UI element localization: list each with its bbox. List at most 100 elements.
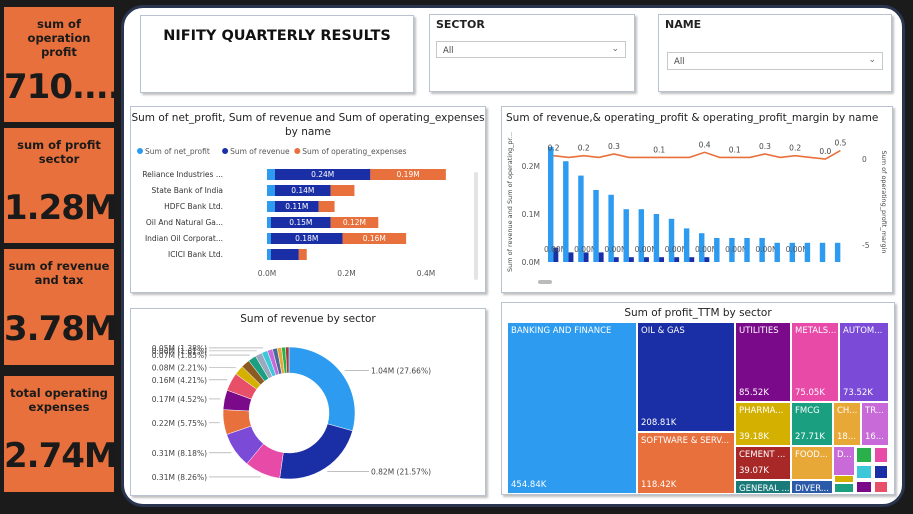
treemap-tile[interactable]: METALS... 75.05K [792,323,838,401]
data-label: 0.12M [343,218,366,227]
treemap-tile[interactable]: CEMENT ... 39.07K [736,447,790,479]
bar-segment [318,201,335,212]
kpi-card-operation-profit: sum of operation profit 710.... [4,7,121,122]
treemap-tile-small[interactable] [834,475,854,483]
tile-value: 18... [837,432,856,442]
revenue-bar [653,214,660,262]
kpi-card-revenue-tax: sum of revenue and tax 3.78M [4,249,118,365]
kpi-label: total operating expenses [10,386,108,414]
treemap-tile-small[interactable] [874,481,888,493]
data-label: 0.11M [285,202,308,211]
profit-bar [704,257,710,262]
category-label: Reliance Industries ... [142,170,223,179]
profit-bar [628,257,634,262]
sector-dropdown-value: All [443,46,454,56]
tile-name: CEMENT ... [739,450,786,460]
treemap-tile[interactable]: CH... 18... [834,403,860,445]
tile-name: UTILITIES [739,326,779,336]
tile-name: GENERAL ... [739,484,790,493]
revenue-bar [638,209,645,262]
hbar-chart-svg: Sum of net_profit Sum of revenue Sum of op… [137,147,478,280]
treemap-tile-small[interactable] [856,481,872,493]
category-label: Indian Oil Corporat... [145,234,223,243]
y-tick-left: 0.1M [522,210,540,219]
revenue-bar [668,218,675,262]
kpi-card-profit-sector: sum of profit sector 1.28M [4,128,118,243]
treemap-tile[interactable]: SOFTWARE & SERV... 118.42K [638,433,734,493]
bar-segment [298,249,307,260]
line-label: 0.2 [548,144,560,153]
treemap-tile-small[interactable] [856,447,872,463]
tile-value: 208.81K [641,418,677,428]
bar-segment [270,249,299,260]
profit-bar [598,252,604,262]
name-slicer-title: NAME [665,18,702,31]
scrollbar[interactable] [474,172,478,280]
tile-name: DIVER... [795,484,829,493]
tile-name: METALS... [795,326,837,336]
revenue-bar [774,242,780,262]
treemap-tile[interactable]: GENERAL ... [736,481,790,493]
kpi-value: 3.78M [4,309,118,349]
legend-label: Sum of operating_expenses [302,147,406,156]
chart-title: Sum of profit_TTM by sector [624,307,772,319]
treemap-tile-small[interactable] [874,447,888,463]
tile-name: SOFTWARE & SERV... [641,436,730,446]
treemap-tile[interactable]: BANKING AND FINANCE 454.84K [508,323,636,493]
tile-value: 39.07K [739,466,769,476]
name-dropdown[interactable]: All ⌄ [667,52,883,70]
treemap-tile[interactable]: DIVER... [792,481,832,493]
x-tick-label: 0.2M [337,269,355,278]
treemap-tile[interactable]: D... [834,447,854,475]
tile-name: FMCG [795,406,820,416]
category-label: Oil And Natural Ga... [146,218,223,227]
line-label: 0.0 [819,147,831,156]
treemap-tile-small[interactable] [874,465,888,479]
pie-slice [279,423,353,480]
treemap-tile[interactable]: OIL & GAS 208.81K [638,323,734,431]
treemap-tile-small[interactable] [856,465,872,479]
tile-value: 85.52K [739,388,769,398]
treemap-tile[interactable]: UTILITIES 85.52K [736,323,790,401]
treemap-tile[interactable]: FOOD... [792,447,832,479]
line-label: 0.1 [729,145,741,154]
kpi-card-operating-expenses: total operating expenses 2.74M [4,376,118,492]
slice-label: 0.17M (4.52%) [152,395,207,404]
legend-marker [222,148,229,154]
tile-value: 118.42K [641,480,677,490]
profit-bar [659,257,665,262]
treemap-tile[interactable]: TR... 16... [862,403,888,445]
data-label: 0.18M [295,234,318,243]
x-tick-label: 0.0M [258,269,276,278]
treemap-tile[interactable]: FMCG 27.71K [792,403,832,445]
revenue-bar [623,209,629,262]
tile-name: D... [837,450,852,460]
kpi-value: 2.74M [4,436,118,476]
data-label: 0.24M [311,170,334,179]
line-label: 0.5 [834,139,846,148]
category-label: State Bank of India [152,186,223,195]
tile-name: AUTOM... [843,326,883,336]
profit-bar [689,257,695,262]
donut-chart-svg: 1.04M (27.66%) 0.82M (21.57%) 0.31M (8.26%… [152,344,431,482]
treemap-tile[interactable]: PHARMA... 39.18K [736,403,790,445]
legend-marker [137,148,143,154]
treemap-tile-small[interactable] [834,483,854,493]
chevron-down-icon: ⌄ [868,55,876,65]
kpi-label: sum of profit sector [17,138,101,166]
tile-name: OIL & GAS [641,326,685,336]
line-label: 0.2 [578,144,590,153]
bar-segment [267,217,271,228]
slice-label: 0.08M (2.21%) [152,364,207,373]
sector-dropdown[interactable]: All ⌄ [436,41,626,58]
treemap-tile[interactable]: AUTOM... 73.52K [840,323,888,401]
y-tick-right: -5 [862,241,870,250]
tile-name: FOOD... [795,450,828,460]
scrollbar[interactable] [538,280,552,284]
revenue-bar [744,238,750,262]
revenue-bar [563,161,569,262]
treemap: BANKING AND FINANCE 454.84K OIL & GAS 208.8… [508,323,890,493]
line-label: 0.4 [699,140,711,149]
category-label: ICICI Bank Ltd. [168,250,223,259]
revenue-bar [593,190,599,262]
